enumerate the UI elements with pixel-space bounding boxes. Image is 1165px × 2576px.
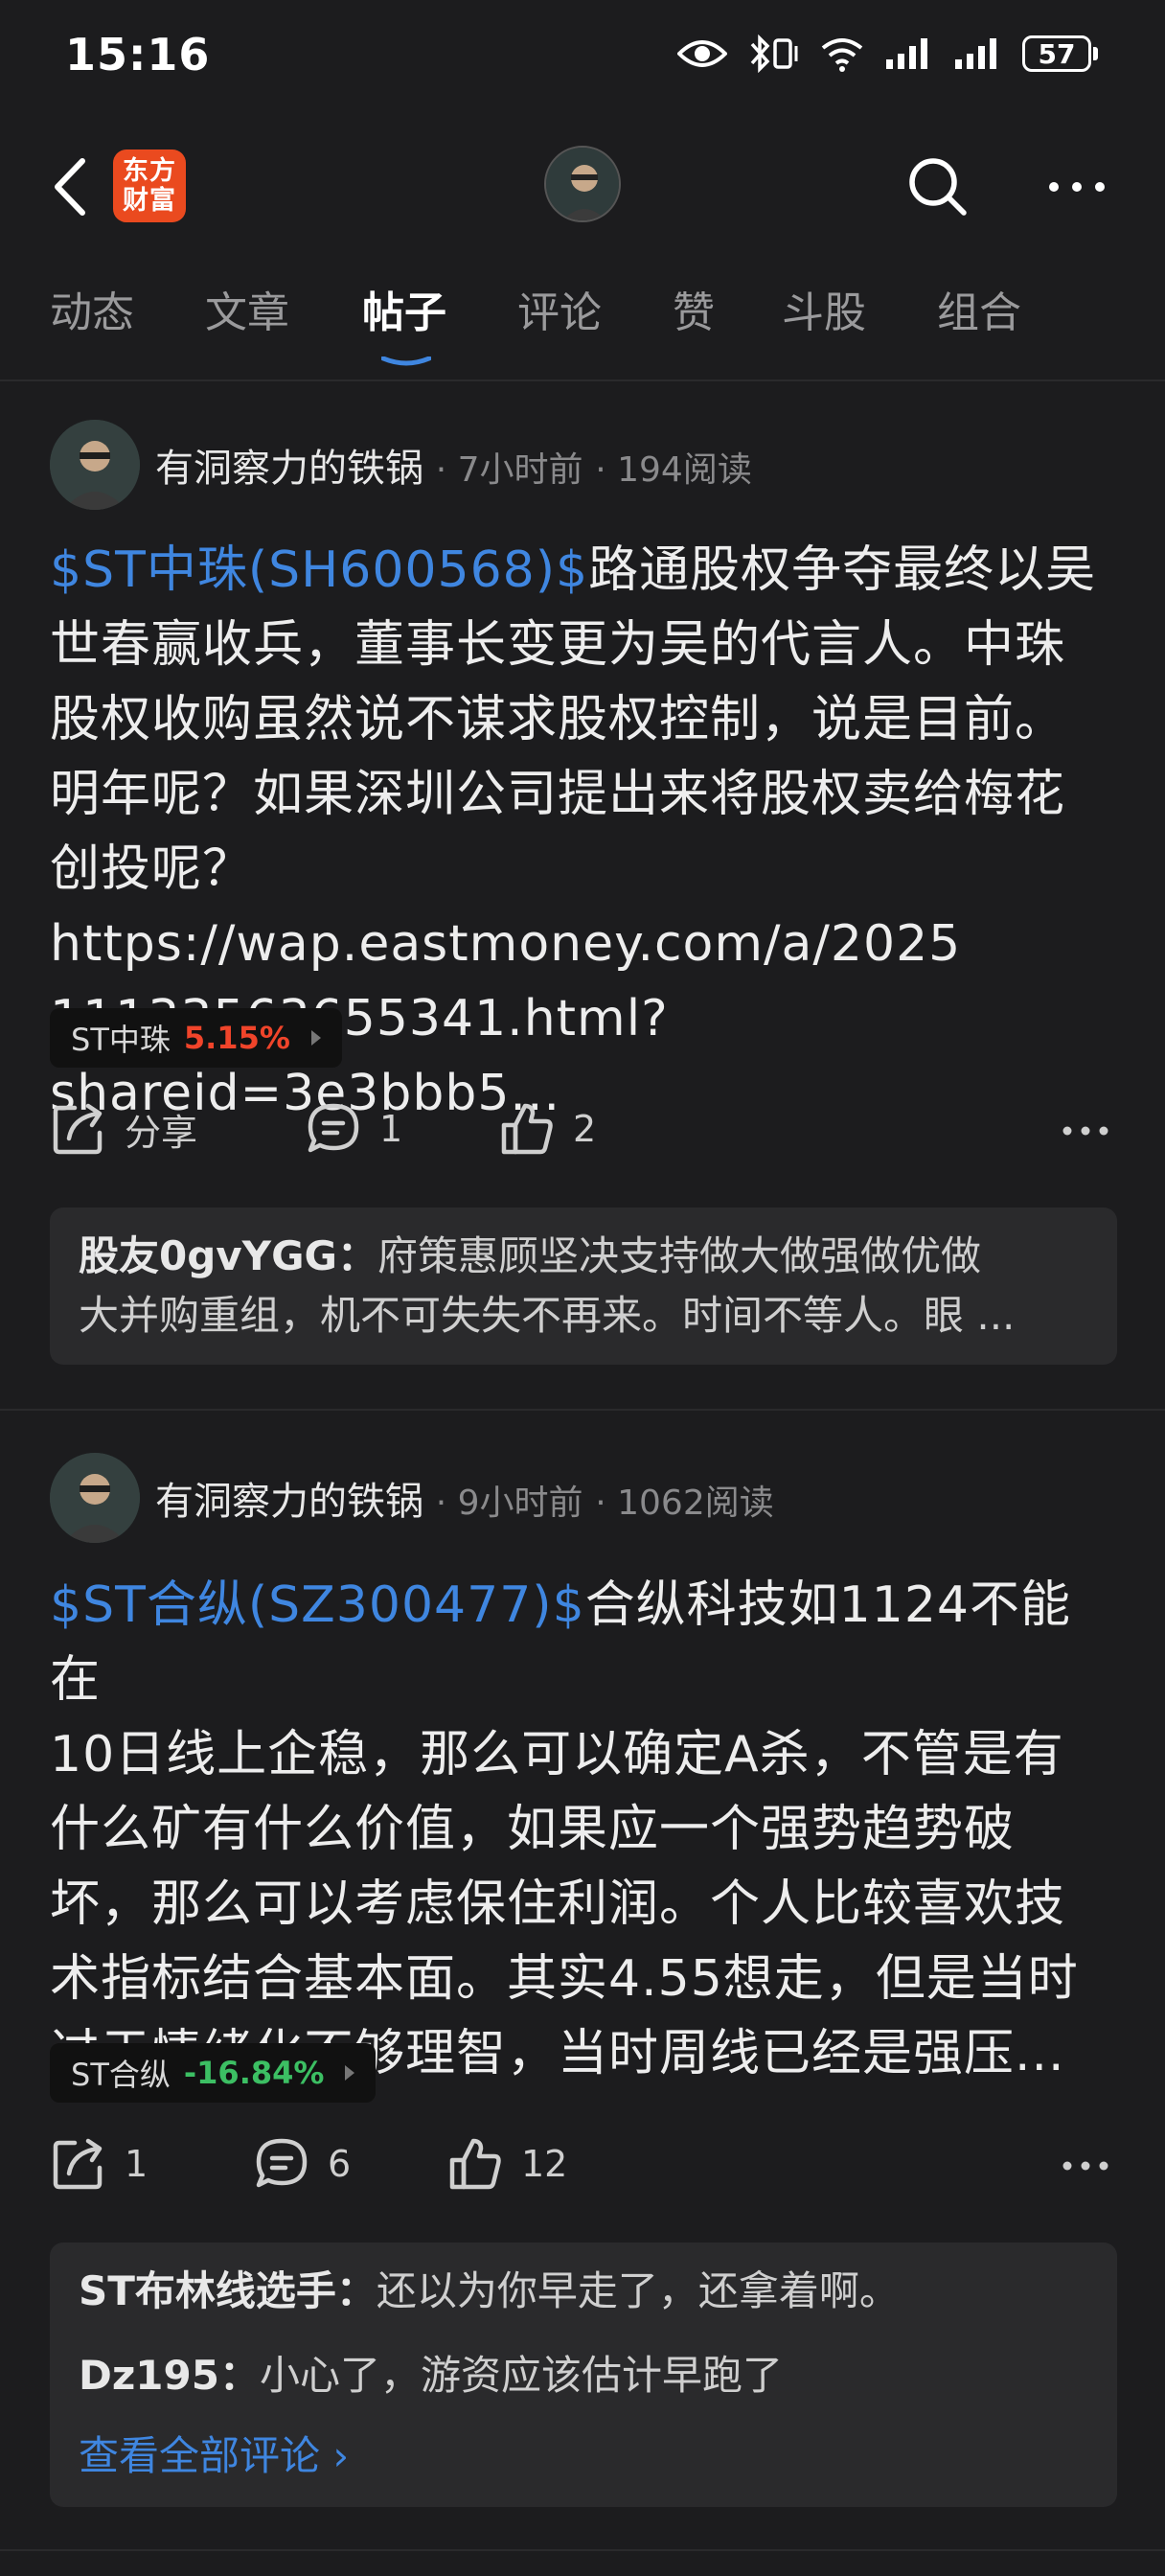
share-icon bbox=[53, 1103, 103, 1155]
post-author-line: 有洞察力的铁锅 · 7小时前 · 194阅读 bbox=[155, 447, 752, 491]
more-options-icon[interactable] bbox=[1046, 172, 1108, 201]
share-icon bbox=[53, 2138, 103, 2190]
post-line: 明年呢？如果深圳公司提出来将股权卖给梅花 bbox=[50, 766, 1066, 823]
battery-level: 57 bbox=[1022, 35, 1091, 72]
view-all-comments-link[interactable]: 查看全部评论 › bbox=[79, 2426, 1088, 2486]
logo-text-line2: 财富 bbox=[123, 186, 176, 216]
comment-preview-line: 股友0gvYGG：府策惠顾坚决支持做大做强做优做 bbox=[79, 1232, 982, 1279]
author-avatar[interactable] bbox=[50, 420, 140, 510]
post-line: 什么矿有什么价值，如果应一个强势趋势破 bbox=[50, 1801, 1016, 1858]
search-icon[interactable] bbox=[904, 153, 971, 220]
tab-likes[interactable]: 赞 bbox=[673, 278, 715, 339]
comment-count: 6 bbox=[328, 2143, 352, 2185]
logo-text-line1: 东方 bbox=[123, 156, 176, 186]
app-logo[interactable]: 东方 财富 bbox=[113, 150, 186, 222]
post-more-icon[interactable] bbox=[1062, 1121, 1109, 1140]
post-line: 世春赢收兵，董事长变更为吴的代言人。中珠 bbox=[50, 616, 1066, 674]
tab-comments[interactable]: 评论 bbox=[517, 278, 602, 339]
signal-icon bbox=[886, 38, 927, 69]
post-line: 股权收购虽然说不谋求股权控制，说是目前。 bbox=[50, 691, 1066, 748]
comment-preview-box[interactable]: ST布林线选手：还以为你早走了，还拿着啊。 Dz195：小心了，游资应该估计早跑… bbox=[50, 2242, 1117, 2507]
post-body[interactable]: $ST合纵(SZ300477)$合纵科技如1124不能在 10日线上企稳，那么可… bbox=[50, 1568, 1119, 2091]
profile-avatar[interactable] bbox=[544, 146, 621, 222]
share-button[interactable]: 分享 bbox=[50, 1100, 197, 1158]
comment-count: 1 bbox=[379, 1108, 403, 1150]
tab-bar: 动态 文章 帖子 评论 赞 斗股 组合 bbox=[0, 278, 1165, 383]
post-line: 术指标结合基本面。其实4.55想走，但是当时 bbox=[50, 1950, 1079, 2008]
comment-user: Dz195： bbox=[79, 2352, 260, 2399]
status-icons: 57 bbox=[677, 34, 1098, 73]
post-time: 7小时前 bbox=[457, 450, 583, 490]
post-actions: 1 6 12 bbox=[50, 2135, 1119, 2212]
comment-icon bbox=[308, 1103, 359, 1153]
signal-icon bbox=[955, 38, 996, 69]
share-button[interactable]: 1 bbox=[50, 2135, 148, 2193]
like-count: 12 bbox=[521, 2143, 568, 2185]
author-name[interactable]: 有洞察力的铁锅 bbox=[155, 447, 423, 491]
eye-icon bbox=[677, 40, 727, 67]
post-actions: 分享 1 2 bbox=[50, 1100, 1119, 1177]
stock-link[interactable]: $ST合纵(SZ300477)$ bbox=[50, 1576, 585, 1634]
chip-change: -16.84% bbox=[183, 2055, 325, 2091]
comment-preview-line: 大并购重组，机不可失失不再来。时间不等人。眼 ... bbox=[79, 1292, 1016, 1339]
like-count: 2 bbox=[573, 1108, 597, 1150]
post-more-icon[interactable] bbox=[1062, 2156, 1109, 2175]
chip-arrow-icon bbox=[345, 2065, 355, 2081]
bluetooth-vibrate-icon bbox=[750, 34, 798, 73]
post-line: 坏，那么可以考虑保住利润。个人比较喜欢技 bbox=[50, 1875, 1066, 1933]
comment-icon bbox=[256, 2138, 308, 2188]
tab-articles[interactable]: 文章 bbox=[205, 278, 289, 339]
status-time: 15:16 bbox=[65, 29, 211, 80]
comment-preview-box[interactable]: 股友0gvYGG：府策惠顾坚决支持做大做强做优做 大并购重组，机不可失失不再来。… bbox=[50, 1208, 1117, 1365]
post-line: 10日线上企稳，那么可以确定A杀，不管是有 bbox=[50, 1726, 1064, 1783]
chip-stock-name: ST合纵 bbox=[71, 2057, 171, 2093]
wifi-icon bbox=[821, 38, 863, 72]
tab-portfolio[interactable]: 组合 bbox=[937, 278, 1021, 339]
status-bar: 15:16 57 bbox=[0, 0, 1165, 115]
comment-preview-line: Dz195：小心了，游资应该估计早跑了 bbox=[79, 2352, 783, 2399]
like-button[interactable]: 12 bbox=[446, 2135, 567, 2193]
chip-stock-name: ST中珠 bbox=[71, 1022, 171, 1058]
author-avatar[interactable] bbox=[50, 1453, 140, 1543]
post-separator bbox=[0, 2549, 1165, 2551]
stock-chip[interactable]: ST合纵 -16.84% bbox=[50, 2043, 377, 2103]
active-tab-indicator bbox=[381, 356, 431, 366]
post-author-line: 有洞察力的铁锅 · 9小时前 · 1062阅读 bbox=[155, 1480, 774, 1524]
post-reads: 1062阅读 bbox=[617, 1484, 774, 1523]
chip-arrow-icon bbox=[310, 1030, 321, 1046]
comment-user: ST布林线选手： bbox=[79, 2267, 377, 2314]
stock-link[interactable]: $ST中珠(SH600568)$ bbox=[50, 541, 588, 599]
tab-posts[interactable]: 帖子 bbox=[362, 278, 446, 339]
post-time: 9小时前 bbox=[457, 1484, 583, 1523]
tab-dynamics[interactable]: 动态 bbox=[50, 278, 134, 339]
comment-user: 股友0gvYGG： bbox=[79, 1232, 378, 1279]
thumbs-up-icon bbox=[449, 2138, 501, 2190]
like-button[interactable]: 2 bbox=[498, 1100, 596, 1158]
chip-change: 5.15% bbox=[183, 1020, 290, 1056]
post-line: 创投呢？https://wap.eastmoney.com/a/2025 bbox=[50, 840, 962, 973]
post-line: 路通股权争夺最终以吴 bbox=[588, 541, 1097, 599]
post-reads: 194阅读 bbox=[617, 450, 752, 490]
author-name[interactable]: 有洞察力的铁锅 bbox=[155, 1480, 423, 1524]
battery-icon: 57 bbox=[1022, 35, 1098, 72]
tab-divider bbox=[0, 380, 1165, 381]
stock-chip[interactable]: ST中珠 5.15% bbox=[50, 1008, 342, 1068]
comment-button[interactable]: 1 bbox=[305, 1100, 402, 1158]
tab-stock-battle[interactable]: 斗股 bbox=[782, 278, 866, 339]
post-separator bbox=[0, 1409, 1165, 1411]
comment-preview-line: ST布林线选手：还以为你早走了，还拿着啊。 bbox=[79, 2267, 900, 2314]
back-arrow-icon[interactable] bbox=[48, 155, 96, 218]
comment-button[interactable]: 6 bbox=[253, 2135, 351, 2193]
thumbs-up-icon bbox=[501, 1103, 553, 1155]
share-count: 1 bbox=[125, 2143, 148, 2185]
top-navbar: 东方 财富 bbox=[0, 134, 1165, 240]
share-label: 分享 bbox=[125, 1111, 198, 1154]
